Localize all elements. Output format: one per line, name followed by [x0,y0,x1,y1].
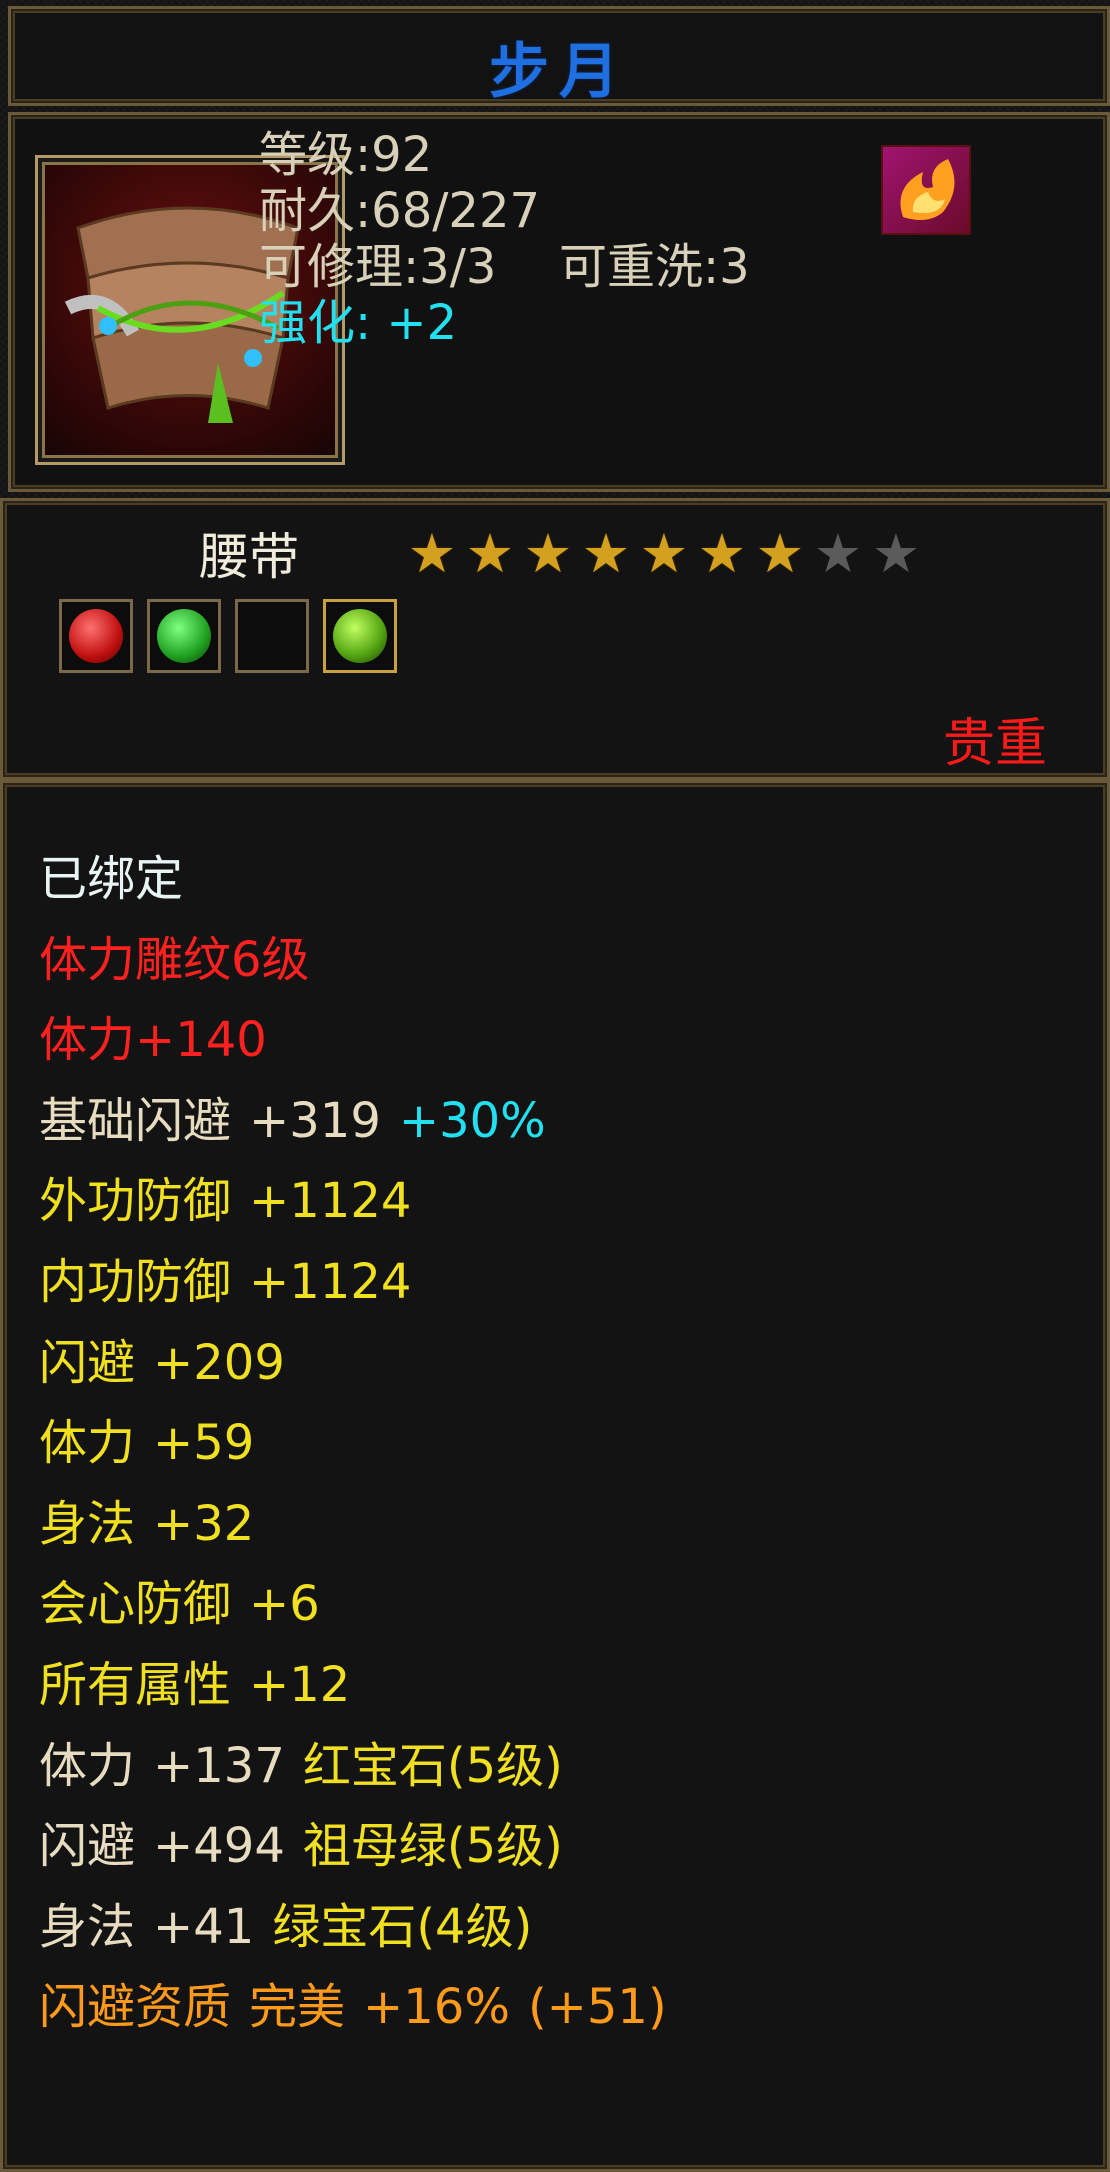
attribute-text: 所有属性 [39,1656,232,1713]
star-rating: ★ ★ ★ ★ ★ ★ ★ ★ ★ [405,527,923,581]
attribute-text: 体力雕纹6级 [39,931,310,988]
attribute-row: 闪避 +494 祖母绿(5级) [39,1806,685,1887]
item-enhance: 强化: +2 [259,295,458,351]
emerald-gem-icon [147,599,221,673]
star-empty-icon: ★ [871,522,921,585]
attribute-text: 体力 [39,1415,136,1472]
star-filled-icon: ★ [465,522,515,585]
star-filled-icon: ★ [639,522,689,585]
attribute-text: +319 [249,1092,381,1149]
tooltip-window: 步月 等级:92 耐久:68/227 可修理:3/3 可重洗:3 强化: +2 [0,0,1110,2172]
attribute-row: 体力+140 [39,1000,685,1081]
fire-icon [881,145,971,235]
star-filled-icon: ★ [755,522,805,585]
attribute-row: 闪避资质 完美 +16% (+51) [39,1967,685,2048]
ruby-gem-icon [59,599,133,673]
star-filled-icon: ★ [407,522,457,585]
attribute-text: 祖母绿(5级) [302,1818,563,1875]
attribute-row: 所有属性 +12 [39,1645,685,1726]
attribute-text: +32 [153,1495,255,1552]
attribute-text: +209 [153,1334,285,1391]
attribute-text: 闪避 [39,1818,136,1875]
star-filled-icon: ★ [581,522,631,585]
attribute-row: 身法 +32 [39,1484,685,1565]
attribute-text: 身法 [39,1495,136,1552]
attribute-text: 外功防御 [39,1173,232,1230]
title-bar: 步月 [8,6,1110,107]
attribute-text: +137 [153,1737,285,1794]
star-empty-icon: ★ [813,522,863,585]
attribute-text: +30% [398,1092,546,1149]
attribute-text: 体力 [39,1737,136,1794]
attribute-row: 体力 +137 红宝石(5级) [39,1726,685,1807]
gem-sockets [59,599,397,673]
attribute-row: 基础闪避 +319 +30% [39,1081,685,1162]
quality-label: 贵重 [942,714,1047,774]
attribute-text: +12 [249,1656,351,1713]
item-rewash: 可重洗:3 [559,239,750,295]
item-summary-panel: 等级:92 耐久:68/227 可修理:3/3 可重洗:3 强化: +2 [8,112,1110,492]
attribute-row: 已绑定 [39,839,685,920]
attribute-text: +494 [153,1818,285,1875]
item-type-panel: 腰带 ★ ★ ★ ★ ★ ★ ★ ★ ★ 贵重 [0,498,1110,780]
attribute-text: 红宝石(5级) [302,1737,563,1794]
attribute-row: 闪避 +209 [39,1323,685,1404]
attribute-text: 闪避 [39,1334,136,1391]
item-name: 步月 [489,37,629,107]
attribute-text: 绿宝石(4级) [272,1898,533,1955]
attribute-text: 体力+140 [39,1012,267,1069]
attribute-text: +59 [153,1415,255,1472]
attribute-row: 体力雕纹6级 [39,920,685,1001]
item-type: 腰带 [199,528,299,586]
attributes-panel: 已绑定 体力雕纹6级 体力+140 基础闪避 +319 +30% 外功防御 +1124 内功防御… [0,780,1110,2172]
attribute-list: 已绑定 体力雕纹6级 体力+140 基础闪避 +319 +30% 外功防御 +1124 内功防御… [39,839,685,2048]
attribute-row: 体力 +59 [39,1403,685,1484]
green-gem-icon [323,599,397,673]
attribute-text: +6 [249,1576,320,1633]
attribute-row: 外功防御 +1124 [39,1161,685,1242]
attribute-text: (+51) [527,1979,667,2036]
attribute-text: 已绑定 [39,851,184,907]
attribute-text: 身法 [39,1898,136,1955]
attribute-text: 会心防御 [39,1576,232,1633]
attribute-text: +16% [363,1979,510,2036]
attribute-row: 身法 +41 绿宝石(4级) [39,1887,685,1968]
star-filled-icon: ★ [523,522,573,585]
attribute-row: 内功防御 +1124 [39,1242,685,1323]
attribute-text: 完美 [249,1979,346,2036]
attribute-text: +1124 [249,1253,412,1310]
attribute-text: 基础闪避 [39,1092,232,1149]
attribute-text: +1124 [249,1173,412,1230]
attribute-text: 内功防御 [39,1253,232,1310]
empty-socket [235,599,309,673]
attribute-text: 闪避资质 [39,1979,232,2036]
attribute-row: 会心防御 +6 [39,1564,685,1645]
attribute-text: +41 [153,1898,255,1955]
star-filled-icon: ★ [697,522,747,585]
